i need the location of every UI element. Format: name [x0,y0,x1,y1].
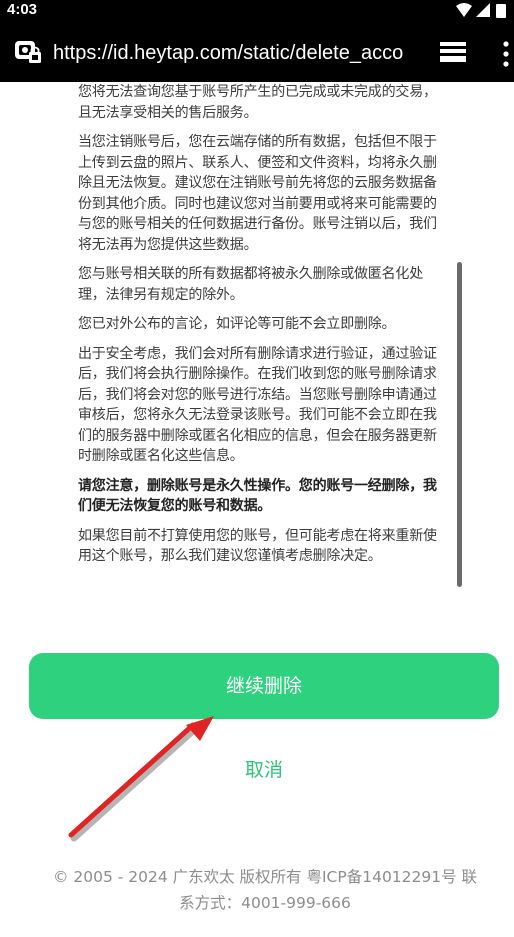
tabs-icon[interactable] [438,40,468,64]
url-field[interactable]: https://id.heytap.com/static/delete_acco [53,40,416,66]
overflow-menu-icon[interactable] [498,40,514,68]
continue-delete-button[interactable]: 继续删除 [29,653,499,719]
notice-paragraph: 如果您目前不打算使用您的账号，但可能考虑在将来重新使用这个账号，那么我们建议您谨… [78,527,437,565]
footer-contact: 系方式：4001-999-666 [179,894,351,912]
cancel-button[interactable]: 取消 [214,755,314,785]
battery-icon [496,4,506,18]
browser-url-bar: https://id.heytap.com/static/delete_acco [0,22,514,82]
notice-paragraph: 出于安全考虑，我们会对所有删除请求进行验证，通过验证后，我们将会执行删除操作。在… [78,345,437,465]
notice-paragraph: 当您注销账号后，您在云端存储的所有数据，包括但不限于上传到云盘的照片、联系人、便… [78,134,437,253]
footer: © 2005 - 2024 广东欢太 版权所有 粤ICP备14012291号 联… [30,864,500,916]
notice-paragraph: 您已对外公布的言论，如评论等可能不会立即删除。 [78,316,396,332]
wifi-icon [456,3,472,17]
site-security-icon[interactable] [14,40,44,66]
footer-copyright: © 2005 - 2024 广东欢太 版权所有 粤ICP备14012291号 联 [52,868,478,886]
notice-paragraph: 您与账号相关联的所有数据都将被永久删除或做匿名化处理，法律另有规定的除外。 [78,266,423,303]
deletion-notice: 您将无法查询您基于账号所产生的已完成或未完成的交易，且无法享受相关的售后服务。 … [78,82,450,576]
notice-paragraph: 您将无法查询您基于账号所产生的已完成或未完成的交易，且无法享受相关的售后服务。 [78,84,437,121]
signal-icon [476,3,490,17]
content-scrollbar[interactable] [457,262,462,587]
status-time: 4:03 [7,1,38,18]
status-bar: 4:03 [0,0,514,22]
warning-paragraph: 请您注意，删除账号是永久性操作。您的账号一经删除，我们便无法恢复您的账号和数据。 [78,477,437,515]
status-icons [456,3,506,18]
